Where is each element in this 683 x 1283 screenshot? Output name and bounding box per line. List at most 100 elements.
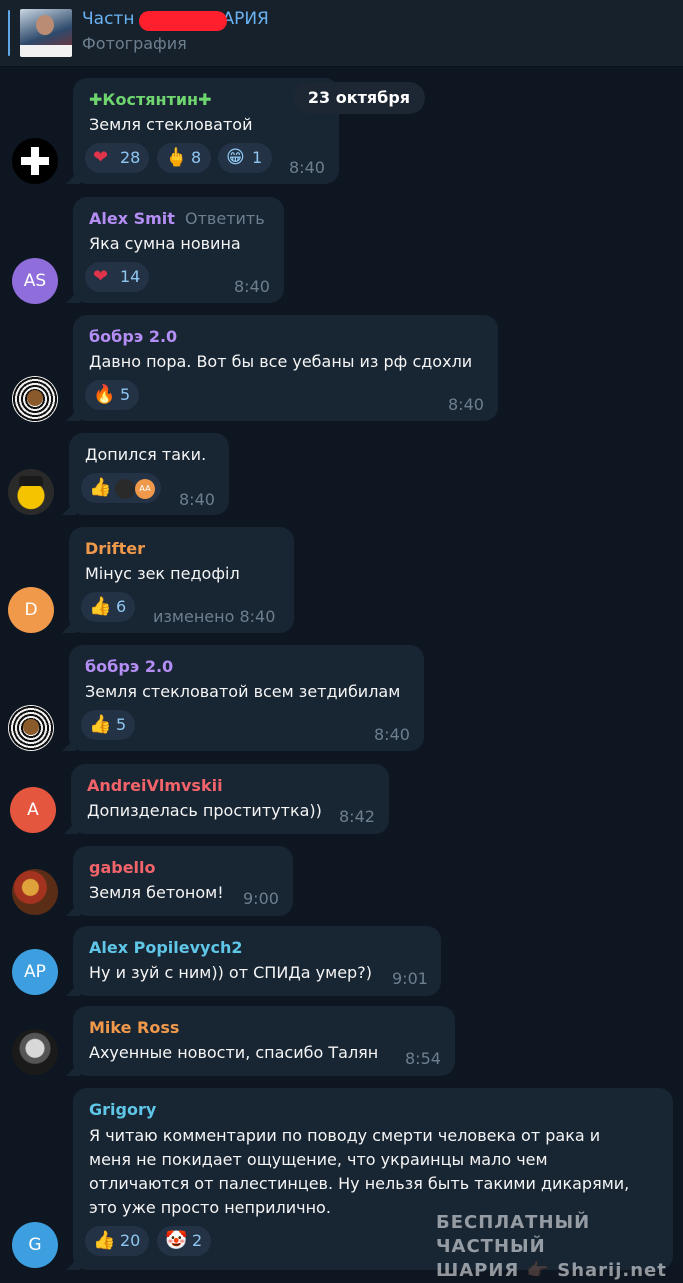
message-text-line: Я читаю комментарии по поводу смерти чел… xyxy=(89,1126,601,1145)
message-bubble[interactable]: Mike Ross Ахуенные новости, спасибо Таля… xyxy=(66,1006,455,1076)
avatar[interactable] xyxy=(12,138,58,184)
thumbnail-caption-strip xyxy=(20,45,72,57)
sender-name[interactable]: ✚Костянтин✚ xyxy=(89,90,212,109)
avatar[interactable]: AP xyxy=(12,949,58,995)
message-text: Допился таки. xyxy=(85,445,207,464)
reaction-count: 8 xyxy=(191,148,202,167)
thumbs-up-icon: 👍 xyxy=(89,477,112,498)
message-time: 8:40 xyxy=(448,395,484,414)
reactor-avatar xyxy=(115,479,135,499)
clown-face-icon: 🤡 xyxy=(165,1230,188,1251)
avatar[interactable]: AS xyxy=(12,258,58,304)
avatar-bear-shape xyxy=(23,719,39,735)
message-text: Земля бетоном! xyxy=(89,883,224,902)
reaction-grinning[interactable]: 😁 1 xyxy=(218,143,272,173)
message-bubble[interactable]: бобрэ 2.0 Давно пора. Вот бы все уебаны … xyxy=(66,315,498,421)
sender-name[interactable]: бобрэ 2.0 xyxy=(89,327,177,346)
bubble-tail xyxy=(66,1256,80,1270)
message-time: 8:54 xyxy=(405,1049,441,1068)
message-text: Ахуенные новости, спасибо Талян xyxy=(89,1043,379,1062)
bubble-tail xyxy=(66,289,80,303)
message-time: 8:40 xyxy=(234,277,270,296)
reaction-count: 5 xyxy=(120,385,131,404)
bubble-tail xyxy=(64,820,78,834)
message-time: 8:40 xyxy=(289,158,325,177)
avatar[interactable]: G xyxy=(12,1222,58,1268)
post-subtitle: Фотография xyxy=(82,34,187,53)
message-time: 9:00 xyxy=(243,889,279,908)
message-bubble[interactable]: бобрэ 2.0 Земля стекловатой всем зетдиби… xyxy=(62,645,424,751)
thumbs-up-icon: 👍 xyxy=(89,714,112,735)
pinned-post-header[interactable]: Частн АРИЯ Фотография xyxy=(0,0,683,67)
message-text: Земля стекловатой всем зетдибилам xyxy=(85,682,401,701)
avatar[interactable] xyxy=(12,869,58,915)
channel-title-end: АРИЯ xyxy=(222,9,269,29)
message-bubble[interactable]: Допился таки. 👍 AA 8:40 xyxy=(62,433,229,515)
reply-button[interactable]: Ответить xyxy=(185,209,265,228)
bubble-tail xyxy=(62,737,76,751)
reaction-heart[interactable]: ❤ 14 xyxy=(85,262,149,292)
reaction-thumbs-up[interactable]: 👍 AA xyxy=(81,473,161,503)
avatar[interactable]: D xyxy=(8,587,54,633)
message-bubble[interactable]: Alex Popilevych2 Ну и зуй с ним)) от СПИ… xyxy=(66,926,441,996)
thumbs-up-icon: 👍 xyxy=(89,596,112,617)
reaction-clown[interactable]: 🤡 2 xyxy=(157,1226,211,1256)
sender-name[interactable]: Alex Popilevych2 xyxy=(89,938,242,957)
bubble-tail xyxy=(66,902,80,916)
middle-finger-icon: 🖕 xyxy=(165,147,188,168)
reaction-heart[interactable]: ❤ 28 xyxy=(85,143,149,173)
reaction-count: 14 xyxy=(120,267,141,286)
thumbs-up-icon: 👍 xyxy=(93,1230,116,1251)
avatar[interactable] xyxy=(12,376,58,422)
message-text-line: отличаются от палестинцев. Ну нельзя быт… xyxy=(89,1174,630,1193)
sender-name[interactable]: бобрэ 2.0 xyxy=(85,657,173,676)
reaction-thumbs-up[interactable]: 👍 6 xyxy=(81,592,135,622)
message-bubble[interactable]: Drifter Мінус зек педофіл 👍 6 изменено 8… xyxy=(62,527,294,633)
message-bubble[interactable]: gabello Земля бетоном! 9:00 xyxy=(66,846,293,916)
message-text: Земля стекловатой xyxy=(89,115,253,134)
reaction-fire[interactable]: 🔥 5 xyxy=(85,380,139,410)
message-text: Я читаю комментарии по поводу смерти чел… xyxy=(89,1124,649,1220)
reaction-count: 2 xyxy=(192,1231,203,1250)
message-bubble[interactable]: AndreiVlmvskii Допизделась проститутка))… xyxy=(64,764,389,834)
bubble-tail xyxy=(66,982,80,996)
reaction-count: 28 xyxy=(120,148,141,167)
reaction-count: 5 xyxy=(116,715,127,734)
avatar[interactable] xyxy=(12,1029,58,1075)
message-time: 8:40 xyxy=(374,725,410,744)
reaction-thumbs-up[interactable]: 👍 20 xyxy=(85,1226,149,1256)
message-text: Ну и зуй с ним)) от СПИДа умер?) xyxy=(89,963,372,982)
reaction-count: 6 xyxy=(116,597,127,616)
thumbnail-face-shape xyxy=(36,15,54,35)
message-time: изменено 8:40 xyxy=(153,607,276,626)
sender-name[interactable]: Drifter xyxy=(85,539,145,558)
watermark-line-2: ШАРИЯ 👉🏿 Sharij.net xyxy=(436,1260,667,1281)
sender-name[interactable]: AndreiVlmvskii xyxy=(87,776,223,795)
message-bubble[interactable]: Alex Smit Ответить Яка сумна новина ❤ 14… xyxy=(66,197,284,303)
watermark: БЕСПЛАТНЫЙ ЧАСТНЫЙ ШАРИЯ 👉🏿 Sharij.net xyxy=(436,1211,676,1283)
message-text: Допизделась проститутка)) xyxy=(87,801,322,820)
watermark-line-1: БЕСПЛАТНЫЙ ЧАСТНЫЙ xyxy=(436,1212,591,1257)
reaction-count: 1 xyxy=(252,148,263,167)
bubble-tail xyxy=(66,1062,80,1076)
redaction-mark xyxy=(139,11,227,31)
sender-name[interactable]: gabello xyxy=(89,858,156,877)
sender-name[interactable]: Grigory xyxy=(89,1100,156,1119)
message-text-line: меня не покидает ощущение, что украинцы … xyxy=(89,1150,548,1169)
reaction-middle-finger[interactable]: 🖕 8 xyxy=(157,143,211,173)
message-time: 8:40 xyxy=(179,490,215,509)
sender-name[interactable]: Mike Ross xyxy=(89,1018,179,1037)
date-separator: 23 октября xyxy=(293,82,425,114)
sender-name[interactable]: Alex Smit xyxy=(89,209,175,228)
reaction-thumbs-up[interactable]: 👍 5 xyxy=(81,710,135,740)
bubble-tail xyxy=(66,407,80,421)
pinned-accent-bar xyxy=(8,10,10,56)
avatar[interactable] xyxy=(8,705,54,751)
avatar[interactable] xyxy=(8,469,54,515)
post-thumbnail[interactable] xyxy=(20,9,72,57)
grinning-face-icon: 😁 xyxy=(226,147,245,168)
message-text: Давно пора. Вот бы все уебаны из рф сдох… xyxy=(89,352,473,371)
message-text: Яка сумна новина xyxy=(89,234,241,253)
channel-title-start: Частн xyxy=(82,9,135,29)
avatar[interactable]: A xyxy=(10,787,56,833)
